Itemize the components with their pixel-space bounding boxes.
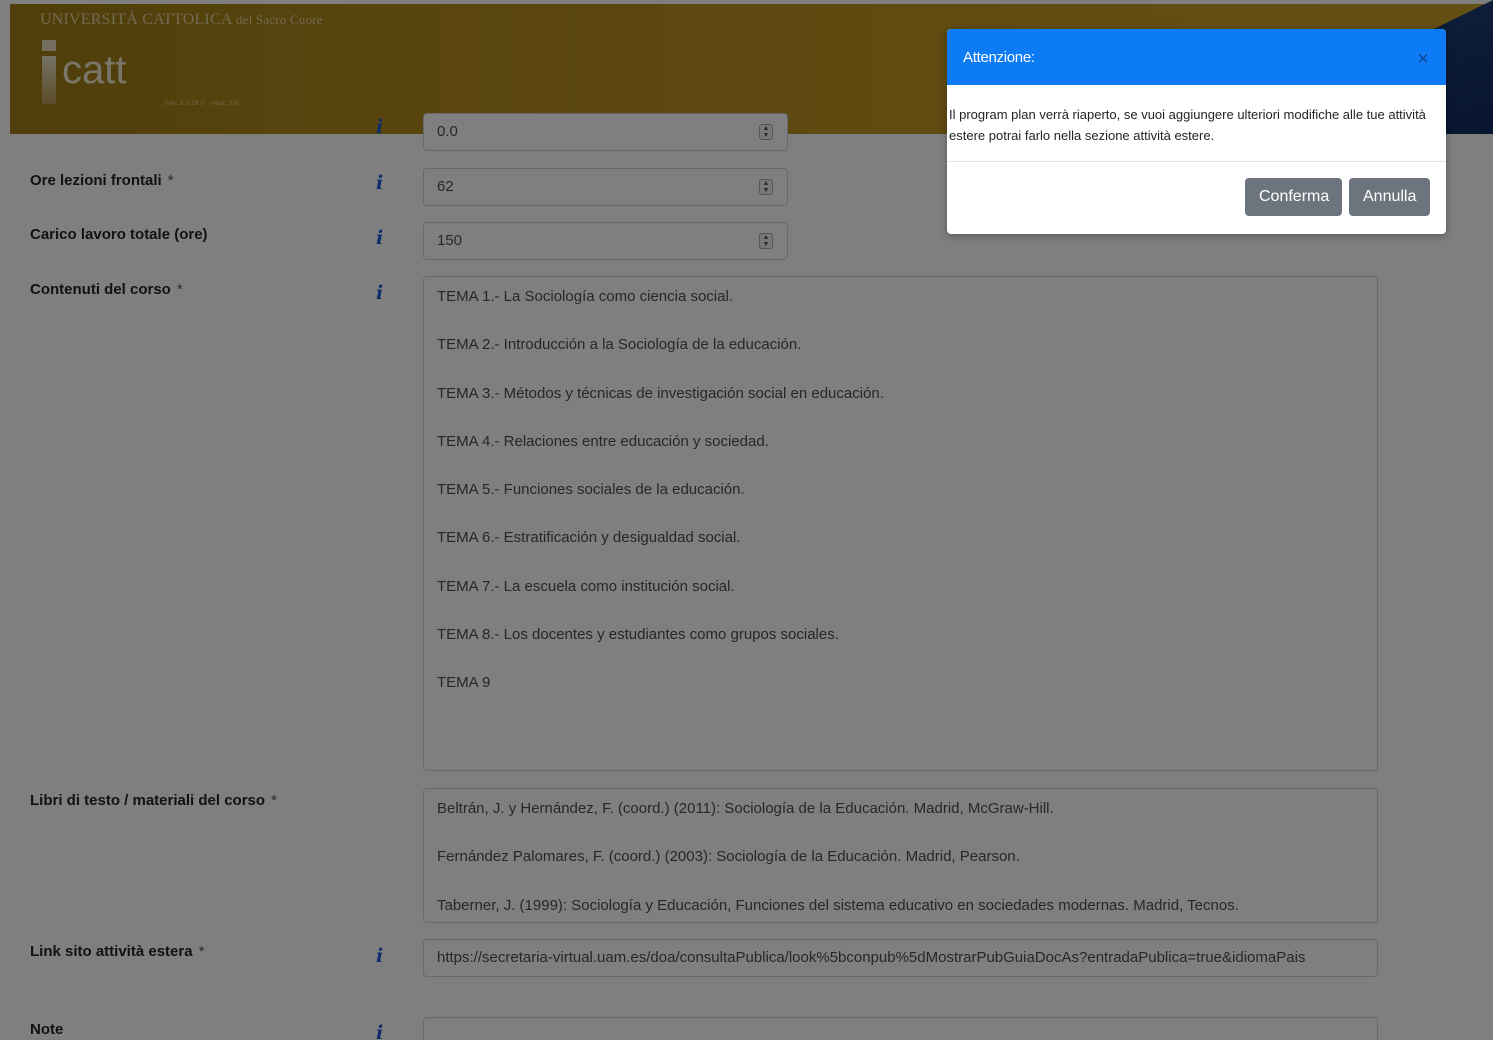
- close-icon[interactable]: ×: [1416, 51, 1430, 66]
- modal-title: Attenzione:: [963, 49, 1035, 66]
- modal-message: Il program plan verrà riaperto, se vuoi …: [949, 107, 1426, 143]
- confirm-button[interactable]: Conferma: [1245, 178, 1342, 216]
- cancel-button[interactable]: Annulla: [1349, 178, 1430, 216]
- confirm-dialog: Attenzione: × Il program plan verrà riap…: [947, 29, 1446, 234]
- modal-divider: [947, 161, 1446, 162]
- modal-header: Attenzione: ×: [947, 29, 1446, 85]
